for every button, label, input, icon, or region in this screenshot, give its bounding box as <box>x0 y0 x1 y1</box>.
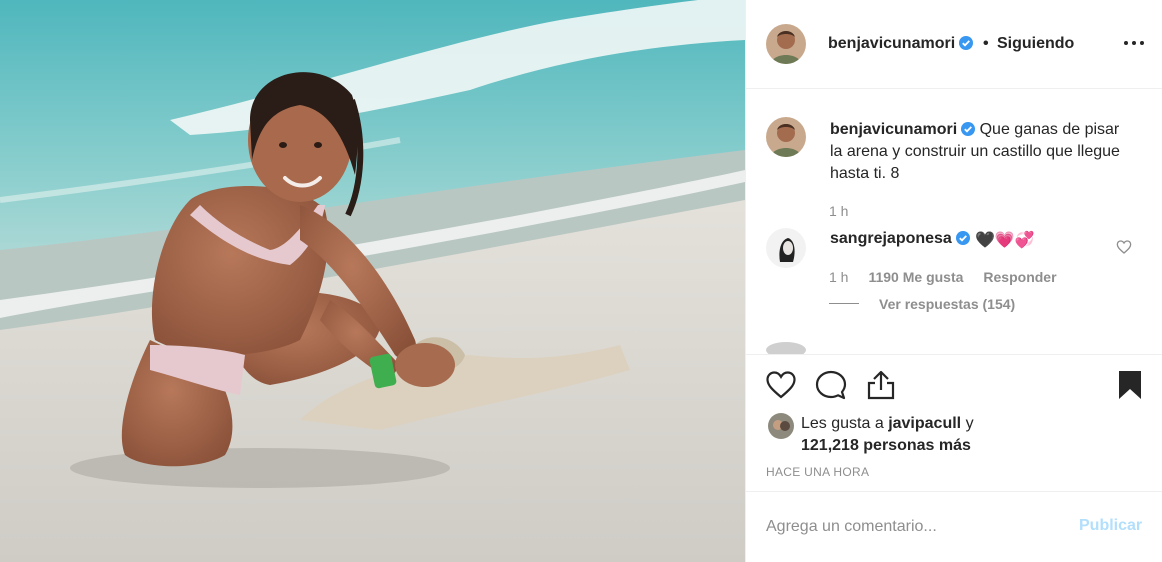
header-separator: • <box>983 35 989 52</box>
post-timestamp[interactable]: HACE UNA HORA <box>766 465 869 479</box>
caption-username[interactable]: benjavicunamori <box>830 121 957 138</box>
post-header: benjavicunamori • Siguiendo <box>746 0 1162 89</box>
verified-badge-icon <box>959 36 974 50</box>
likes-prefix: Les gusta a <box>801 415 884 432</box>
caption-timestamp[interactable]: 1 h <box>829 203 848 219</box>
more-options-icon[interactable] <box>1121 30 1147 56</box>
share-icon[interactable] <box>865 369 897 401</box>
next-comment-avatar <box>766 342 806 354</box>
comment-text: 🖤💗💞 <box>975 232 1035 249</box>
liker-username[interactable]: javipacull <box>888 415 961 432</box>
comment-input[interactable] <box>766 514 1066 540</box>
post-caption: benjavicunamori Que ganas de pisar la ar… <box>830 119 1120 185</box>
instagram-post: benjavicunamori • Siguiendo benjavicunam… <box>0 0 1162 562</box>
save-bookmark-icon[interactable] <box>1114 369 1146 401</box>
caption-author-avatar[interactable] <box>766 117 806 157</box>
comment-icon[interactable] <box>815 369 847 401</box>
author-username[interactable]: benjavicunamori <box>828 35 974 53</box>
comment-timestamp[interactable]: 1 h <box>829 269 848 285</box>
comments-list[interactable]: benjavicunamori Que ganas de pisar la ar… <box>746 89 1162 354</box>
add-comment-section: Publicar <box>746 492 1162 562</box>
view-replies-button[interactable]: Ver respuestas (154) <box>879 296 1015 312</box>
commenter-username[interactable]: sangrejaponesa <box>830 230 970 248</box>
verified-badge-icon <box>961 122 976 136</box>
likes-summary[interactable]: Les gusta a javipacull y 121,218 persona… <box>801 413 974 457</box>
heart-icon[interactable] <box>765 369 797 401</box>
author-avatar[interactable] <box>766 24 806 64</box>
commenter-avatar[interactable] <box>766 228 806 268</box>
comment-likes-count[interactable]: 1190 Me gusta <box>868 269 963 285</box>
post-actions: Les gusta a javipacull y 121,218 persona… <box>746 354 1162 492</box>
post-photo[interactable] <box>0 0 745 562</box>
beach-photo-illustration <box>0 0 745 562</box>
post-side-panel: benjavicunamori • Siguiendo benjavicunam… <box>745 0 1162 562</box>
publish-button[interactable]: Publicar <box>1079 517 1142 535</box>
following-button[interactable]: Siguiendo <box>997 35 1074 53</box>
verified-badge-icon <box>955 231 970 245</box>
liker-avatar[interactable] <box>768 413 794 439</box>
likes-conjunction: y <box>965 415 974 432</box>
likes-count[interactable]: 121,218 personas más <box>801 437 971 454</box>
comment-like-heart-icon[interactable] <box>1116 239 1132 255</box>
reply-button[interactable]: Responder <box>983 269 1056 285</box>
comment-meta: 1 h 1190 Me gusta Responder <box>829 269 1057 285</box>
replies-divider <box>829 303 859 304</box>
